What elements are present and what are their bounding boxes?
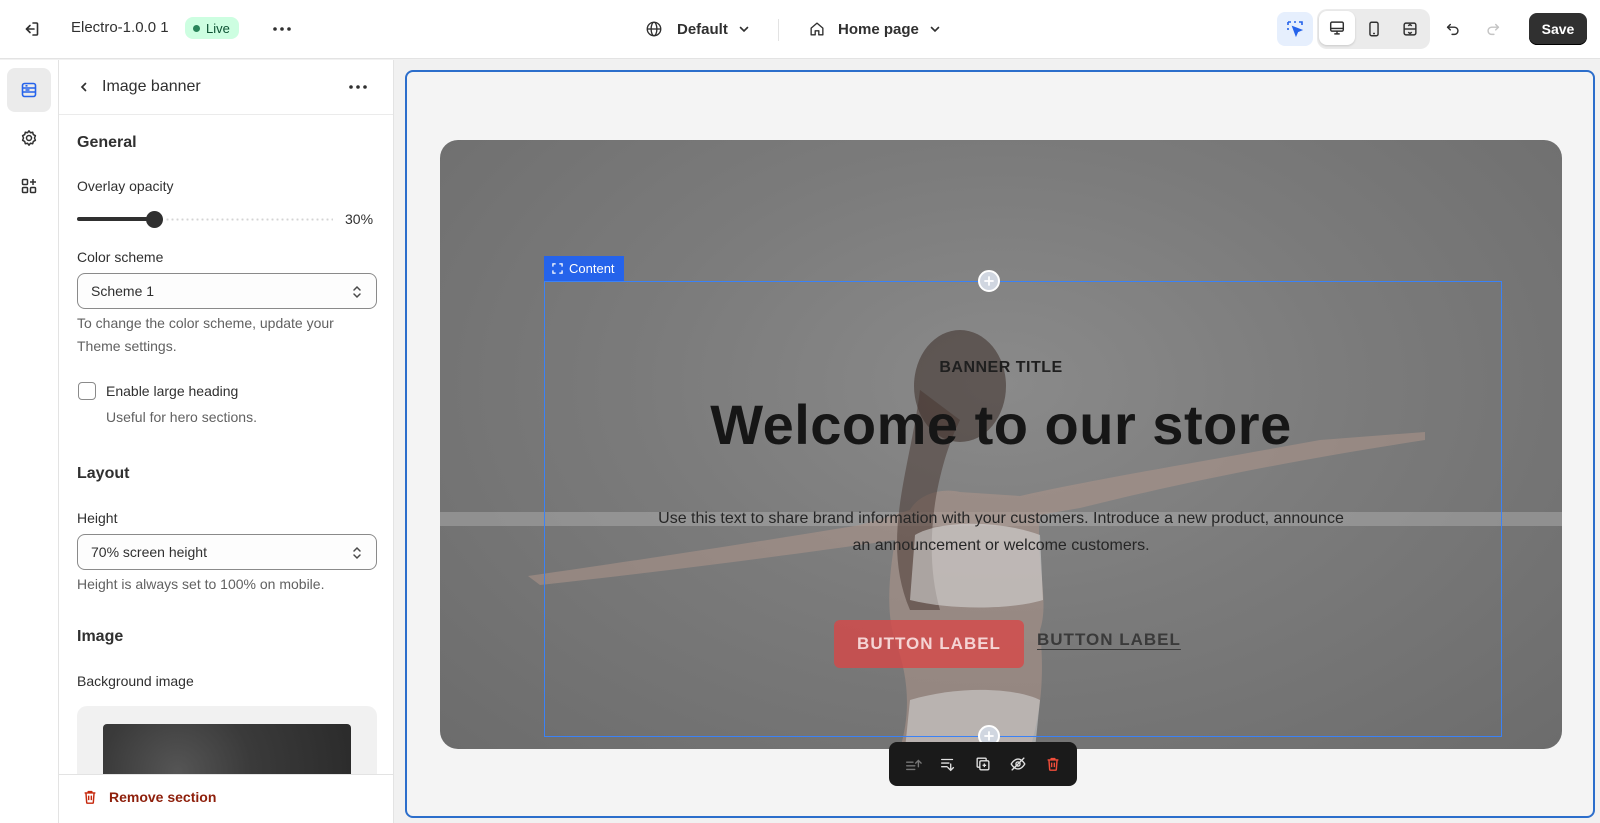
move-down-icon: [940, 758, 954, 772]
general-heading: General: [77, 134, 137, 151]
move-up-icon: [905, 759, 922, 771]
storefront-preview[interactable]: Content BANNER TITLE Welcome to our stor…: [405, 70, 1595, 818]
large-heading-checkbox[interactable]: [78, 382, 96, 400]
save-button[interactable]: Save: [1529, 13, 1587, 45]
background-image-label: Background image: [77, 673, 194, 689]
live-status-badge: Live: [185, 17, 239, 39]
panel-header: Image banner: [59, 60, 393, 115]
globe-icon: [646, 21, 662, 37]
select-chevrons-icon: [353, 546, 361, 560]
chevron-left-icon: [80, 82, 87, 92]
banner-heading: Welcome to our store: [710, 393, 1292, 456]
color-scheme-select[interactable]: Scheme 1: [77, 273, 377, 309]
height-value: 70% screen height: [91, 544, 207, 560]
home-icon: [810, 22, 824, 36]
remove-section-label: Remove section: [109, 789, 217, 805]
desktop-view-button[interactable]: [1319, 11, 1355, 45]
duplicate-button[interactable]: [970, 751, 996, 777]
remove-section-button[interactable]: Remove section: [81, 788, 216, 806]
mobile-view-button[interactable]: [1356, 12, 1392, 46]
more-horizontal-icon: [273, 27, 291, 31]
duplicate-icon: [976, 757, 990, 771]
large-heading-help: Useful for hero sections.: [106, 409, 257, 425]
section-more-actions-button[interactable]: [345, 76, 371, 98]
slider-track: [165, 218, 333, 221]
context-selector[interactable]: Default: [645, 15, 750, 43]
banner-secondary-button[interactable]: BUTTON LABEL: [1037, 630, 1181, 650]
page-selector[interactable]: Home page: [808, 15, 941, 43]
redo-button[interactable]: [1475, 12, 1511, 46]
sections-tab[interactable]: [7, 68, 51, 112]
live-status-label: Live: [206, 20, 230, 36]
chevron-down-icon: [739, 26, 749, 33]
mobile-icon: [1369, 21, 1379, 37]
page-selector-label: Home page: [838, 20, 919, 38]
height-select[interactable]: 70% screen height: [77, 534, 377, 570]
banner-primary-button[interactable]: BUTTON LABEL: [834, 620, 1024, 668]
expand-corners-icon: [552, 263, 563, 274]
content-block-tag[interactable]: Content: [544, 256, 624, 281]
back-button[interactable]: [73, 76, 95, 98]
layout-heading: Layout: [77, 465, 130, 482]
section-settings-panel: Image banner General Overlay opacity 30%…: [59, 60, 394, 823]
panel-title: Image banner: [102, 78, 201, 95]
delete-section-button[interactable]: [1040, 751, 1066, 777]
editor-sidebar-rail: [0, 60, 59, 823]
add-block-top-button[interactable]: [978, 270, 1000, 292]
banner-eyebrow-title: BANNER TITLE: [939, 359, 1063, 376]
redo-icon: [1487, 23, 1500, 36]
chevron-down-icon: [930, 26, 940, 33]
overlay-opacity-label: Overlay opacity: [77, 178, 174, 194]
undo-icon: [1446, 23, 1459, 36]
banner-text: Use this text to share brand information…: [658, 510, 1344, 554]
move-up-button[interactable]: [900, 751, 926, 777]
apps-tab[interactable]: [7, 164, 51, 208]
context-label: Default: [677, 20, 728, 38]
exit-editor-button[interactable]: [18, 16, 44, 42]
overlay-opacity-slider[interactable]: [77, 209, 337, 229]
expand-vertical-icon: [1403, 22, 1417, 36]
color-scheme-value: Scheme 1: [91, 283, 155, 299]
section-floating-toolbar: [889, 742, 1077, 786]
large-heading-label: Enable large heading: [106, 383, 239, 399]
sections-icon: [21, 82, 37, 98]
plus-icon: [984, 731, 994, 741]
content-block-tag-label: Content: [569, 261, 615, 276]
color-scheme-label: Color scheme: [77, 249, 164, 265]
trash-icon: [1047, 757, 1059, 771]
height-help: Height is always set to 100% on mobile.: [77, 576, 325, 592]
plus-icon: [984, 276, 994, 286]
eye-off-icon: [1010, 757, 1026, 771]
select-chevrons-icon: [353, 285, 361, 299]
image-banner-section[interactable]: Content BANNER TITLE Welcome to our stor…: [440, 140, 1562, 749]
hide-section-button[interactable]: [1005, 751, 1031, 777]
topbar-divider: [778, 19, 779, 41]
undo-button[interactable]: [1435, 12, 1471, 46]
slider-track-fill: [77, 217, 154, 221]
exit-icon: [25, 22, 39, 36]
theme-name: Electro-1.0.0 1: [71, 19, 169, 36]
height-label: Height: [77, 510, 118, 526]
theme-more-actions-button[interactable]: [268, 17, 296, 41]
overlay-opacity-value: 30%: [345, 211, 374, 227]
panel-footer: Remove section: [59, 774, 393, 823]
select-cursor-icon: [1287, 21, 1304, 38]
apps-icon: [21, 178, 37, 194]
more-horizontal-icon: [349, 85, 367, 89]
image-heading: Image: [77, 628, 124, 645]
gear-icon: [21, 130, 37, 146]
inspector-toggle-button[interactable]: [1277, 12, 1313, 46]
slider-thumb[interactable]: [146, 211, 163, 228]
theme-settings-tab[interactable]: [7, 116, 51, 160]
full-width-view-button[interactable]: [1392, 12, 1428, 46]
desktop-icon: [1329, 21, 1345, 35]
trash-icon: [84, 790, 96, 804]
move-down-button[interactable]: [935, 751, 961, 777]
color-scheme-help: To change the color scheme, update your …: [77, 315, 334, 354]
live-dot-icon: [193, 24, 200, 32]
top-bar: Electro-1.0.0 1 Live Default Home page S…: [0, 0, 1600, 59]
